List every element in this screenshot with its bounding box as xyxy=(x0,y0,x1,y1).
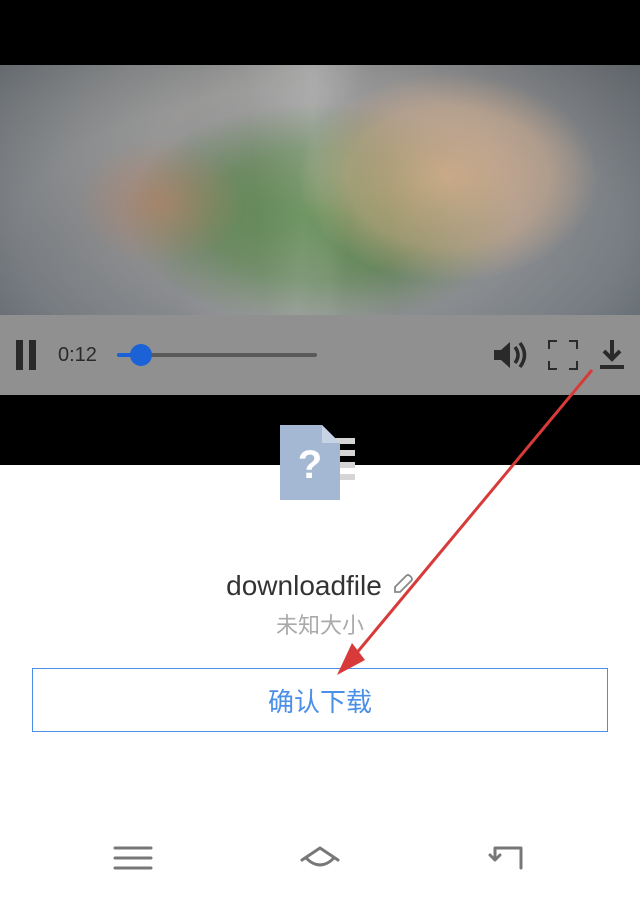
svg-text:?: ? xyxy=(298,443,322,487)
menu-icon[interactable] xyxy=(111,842,155,879)
volume-icon[interactable] xyxy=(494,340,528,370)
video-progress-thumb[interactable] xyxy=(130,344,152,366)
back-icon[interactable] xyxy=(485,842,529,879)
confirm-download-label: 确认下载 xyxy=(268,682,372,719)
video-controls: 0:12 xyxy=(0,315,640,395)
edit-icon[interactable] xyxy=(392,573,414,600)
video-current-time: 0:12 xyxy=(58,344,97,367)
download-file-name: downloadfile xyxy=(226,570,382,602)
video-progress-bar[interactable] xyxy=(117,353,317,357)
download-icon[interactable] xyxy=(598,340,626,370)
download-sheet: ? downloadfile 未知大小 确认下载 xyxy=(0,465,640,805)
pause-icon[interactable] xyxy=(14,340,38,370)
system-nav-bar xyxy=(0,818,640,903)
confirm-download-button[interactable]: 确认下载 xyxy=(32,668,608,732)
download-file-size: 未知大小 xyxy=(276,608,364,640)
fullscreen-icon[interactable] xyxy=(548,340,578,370)
video-player[interactable]: 0:12 xyxy=(0,65,640,395)
file-question-icon: ? xyxy=(270,425,370,515)
letterbox-top xyxy=(0,0,640,65)
video-frame xyxy=(0,65,640,315)
home-icon[interactable] xyxy=(296,842,344,879)
